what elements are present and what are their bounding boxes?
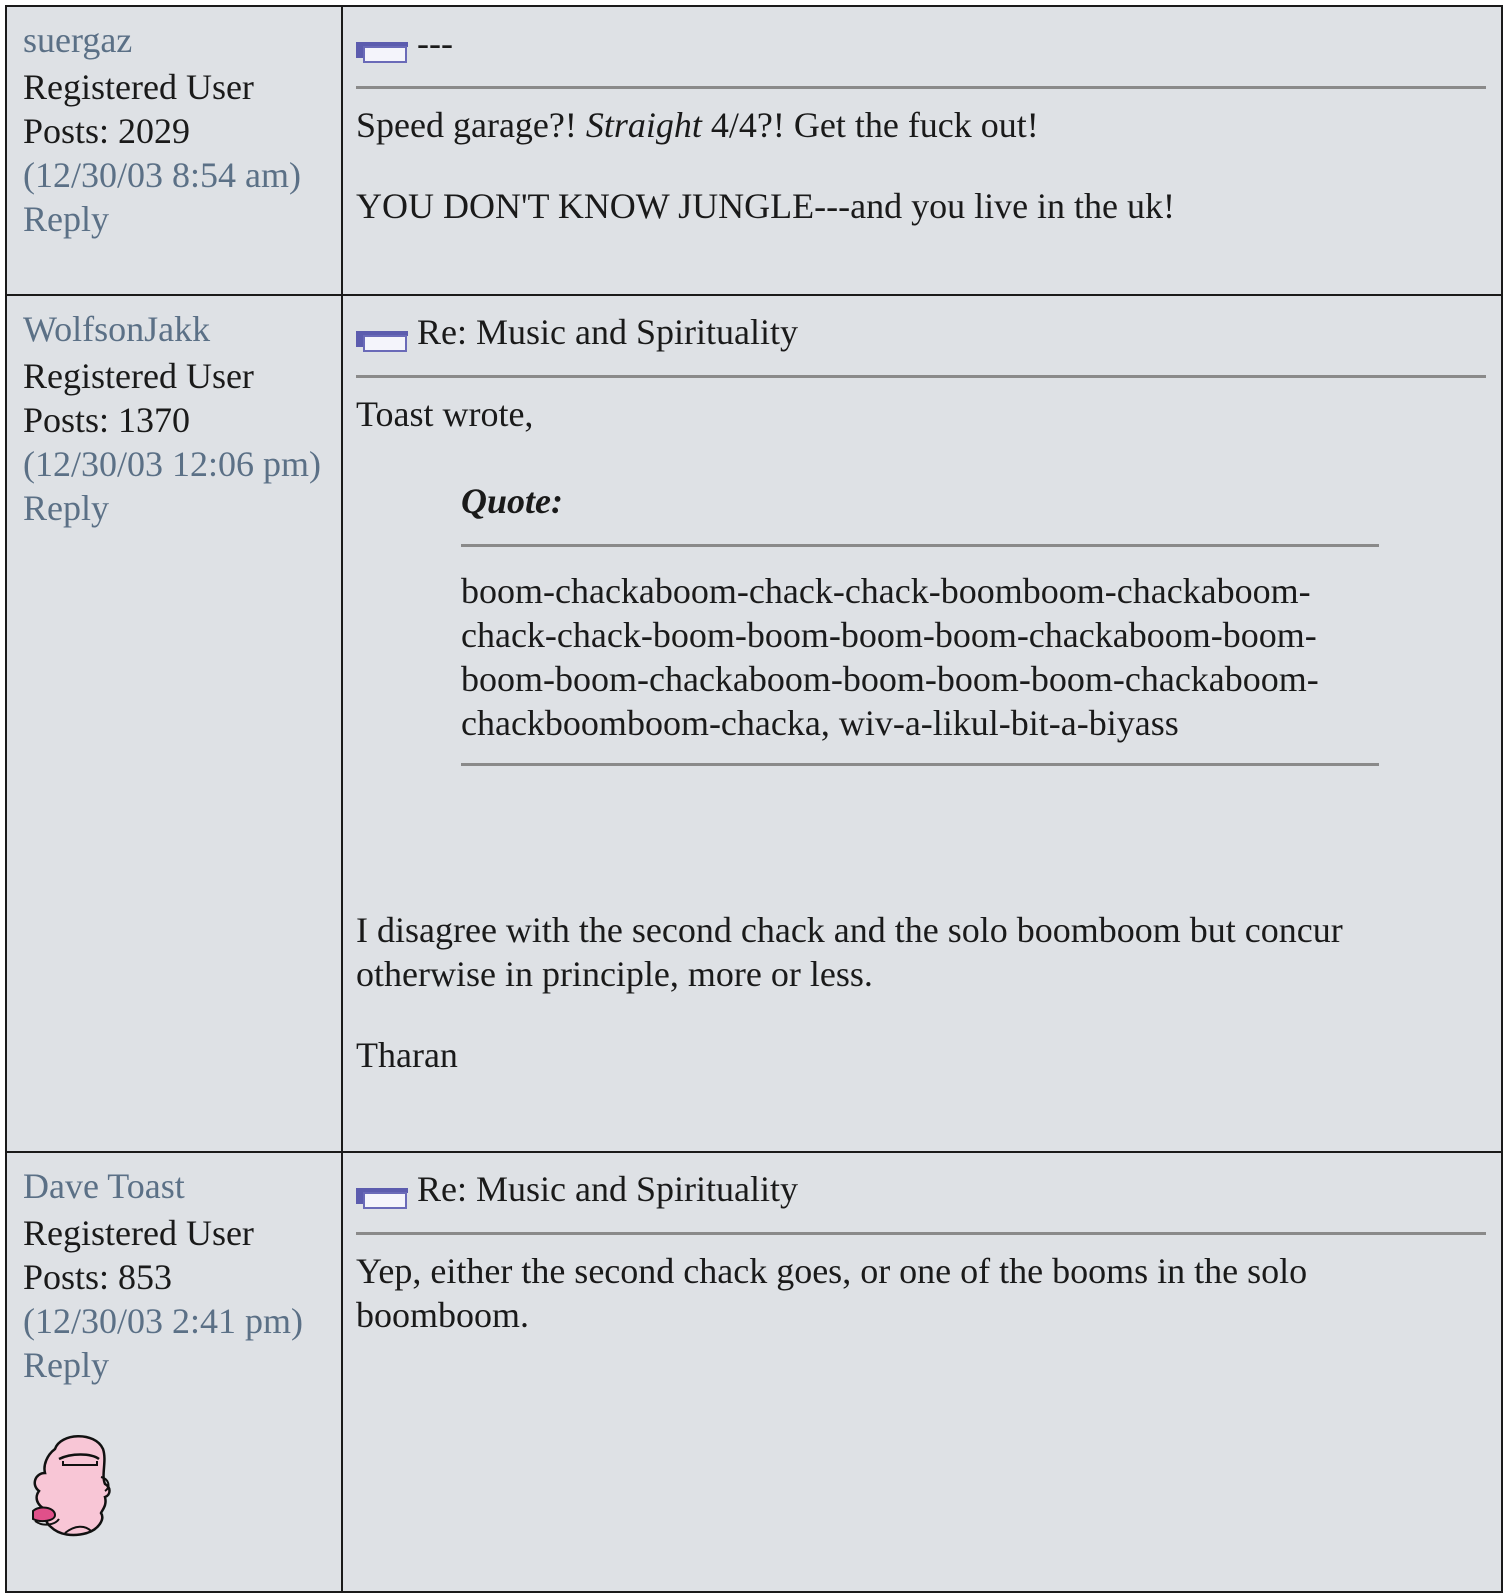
cartoon-face-avatar-icon — [32, 1435, 111, 1537]
post-icon — [356, 30, 408, 63]
quote-text: boom-chackaboom-chack-chack-boomboom-cha… — [461, 571, 1319, 743]
quote-label: Quote: — [461, 481, 563, 521]
post-text: I disagree with the second chack and the… — [356, 910, 1343, 994]
post-timestamp-link[interactable]: (12/30/03 8:54 am) — [23, 153, 341, 197]
post-text-line: YOU DON'T KNOW JUNGLE---and you live in … — [356, 186, 1176, 226]
username-link[interactable]: suergaz — [23, 15, 341, 65]
post-author-cell: Dave Toast Registered User Posts: 853 (1… — [5, 1151, 343, 1593]
user-post-count: Posts: 853 — [23, 1257, 173, 1297]
post-timestamp-link[interactable]: (12/30/03 12:06 pm) — [23, 442, 341, 486]
post-body: Yep, either the second chack goes, or on… — [356, 1235, 1486, 1337]
post-author-cell: WolfsonJakk Registered User Posts: 1370 … — [5, 294, 343, 1153]
post-text-part: Speed garage?! — [356, 105, 586, 145]
post-icon — [356, 319, 408, 352]
post-subject-text: Re: Music and Spirituality — [417, 1169, 798, 1209]
reply-link[interactable]: Reply — [23, 1343, 341, 1387]
post-body: Toast wrote, Quote: boom-chackaboom-chac… — [356, 378, 1486, 1077]
post-text-line: Speed garage?! Straight 4/4?! Get the fu… — [356, 103, 1486, 147]
post-message-cell: Re: Music and Spirituality Yep, either t… — [341, 1151, 1503, 1593]
post-author-cell: suergaz Registered User Posts: 2029 (12/… — [5, 5, 343, 296]
post-subject-text: --- — [417, 23, 453, 63]
post-subject: --- — [356, 21, 1486, 66]
post-row: WolfsonJakk Registered User Posts: 1370 … — [5, 294, 1503, 1153]
post-subject: Re: Music and Spirituality — [356, 310, 1486, 355]
quote-intro: Toast wrote, — [356, 394, 534, 434]
username-link[interactable]: Dave Toast — [23, 1161, 341, 1211]
user-role: Registered User — [23, 356, 254, 396]
post-icon — [356, 1176, 408, 1209]
quote-divider-bottom — [461, 763, 1379, 766]
forum-thread-table: suergaz Registered User Posts: 2029 (12/… — [5, 5, 1503, 1593]
post-subject: Re: Music and Spirituality — [356, 1167, 1486, 1212]
post-body: Speed garage?! Straight 4/4?! Get the fu… — [356, 89, 1486, 228]
post-timestamp-link[interactable]: (12/30/03 2:41 pm) — [23, 1299, 341, 1343]
post-message-cell: --- Speed garage?! Straight 4/4?! Get th… — [341, 5, 1503, 296]
post-text-part: 4/4?! Get the fuck out! — [701, 105, 1039, 145]
post-message-cell: Re: Music and Spirituality Toast wrote, … — [341, 294, 1503, 1153]
reply-link[interactable]: Reply — [23, 197, 341, 241]
post-subject-text: Re: Music and Spirituality — [417, 312, 798, 352]
username-link[interactable]: WolfsonJakk — [23, 304, 341, 354]
user-role: Registered User — [23, 1213, 254, 1253]
avatar — [25, 1429, 115, 1539]
post-signature: Tharan — [356, 1035, 458, 1075]
post-text: Yep, either the second chack goes, or on… — [356, 1251, 1308, 1335]
user-post-count: Posts: 1370 — [23, 400, 191, 440]
quote-block: Quote: boom-chackaboom-chack-chack-boomb… — [461, 476, 1379, 766]
reply-link[interactable]: Reply — [23, 486, 341, 530]
user-post-count: Posts: 2029 — [23, 111, 191, 151]
user-role: Registered User — [23, 67, 254, 107]
post-row: Dave Toast Registered User Posts: 853 (1… — [5, 1151, 1503, 1593]
post-text-emphasis: Straight — [585, 105, 702, 145]
post-row: suergaz Registered User Posts: 2029 (12/… — [5, 5, 1503, 296]
